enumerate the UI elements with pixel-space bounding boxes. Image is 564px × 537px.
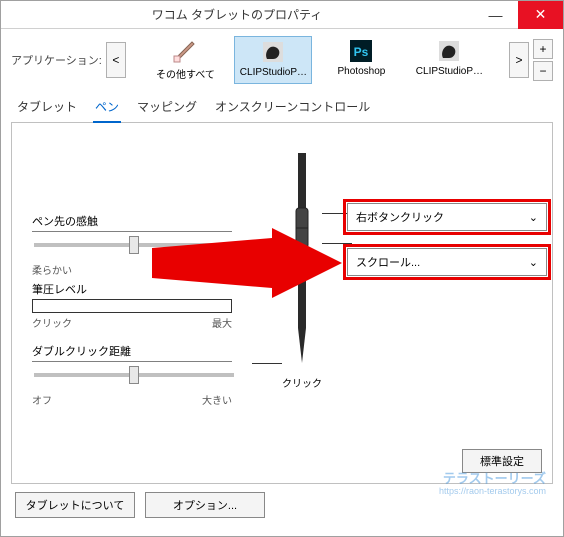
pen-button-lower-dropdown[interactable]: スクロール... ⌄	[347, 248, 547, 276]
svg-text:Ps: Ps	[354, 45, 369, 59]
pressure-max-label: 最大	[212, 315, 232, 330]
pressure-box: 筆圧レベル クリック 最大	[32, 281, 232, 330]
palette-icon	[172, 38, 198, 64]
app-remove-button[interactable]: −	[533, 61, 553, 81]
photoshop-icon: Ps	[348, 38, 374, 64]
dropdown-value: 右ボタンクリック	[356, 209, 444, 225]
tip-feel-hard-label: 硬い	[212, 262, 232, 277]
application-label: アプリケーション:	[11, 52, 102, 68]
about-tablet-button[interactable]: タブレットについて	[15, 492, 135, 518]
chevron-down-icon: ⌄	[529, 256, 538, 269]
tip-feel-slider[interactable]	[34, 243, 234, 247]
app-other-all[interactable]: その他すべて	[146, 36, 224, 84]
double-click-section: ダブルクリック距離 オフ 大きい	[32, 343, 232, 407]
window-buttons: — ✕	[473, 1, 563, 29]
app-add-remove: + −	[533, 39, 553, 81]
application-list: その他すべて CLIPStudioP… Ps Photoshop	[130, 36, 505, 84]
content: アプリケーション: < その他すべて CLIPStudioP…	[1, 29, 563, 536]
tip-feel-soft-label: 柔らかい	[32, 262, 72, 277]
app-clipstudio-2[interactable]: CLIPStudioP…	[410, 36, 488, 84]
app-label: その他すべて	[156, 66, 215, 81]
app-clipstudio-1[interactable]: CLIPStudioP…	[234, 36, 312, 84]
app-label: Photoshop	[338, 66, 386, 77]
app-label: CLIPStudioP…	[416, 66, 483, 77]
double-click-slider[interactable]	[34, 373, 234, 377]
dblclick-off-label: オフ	[32, 392, 52, 407]
tab-tablet[interactable]: タブレット	[15, 96, 79, 122]
clipstudio-icon	[436, 38, 462, 64]
clipstudio-icon	[260, 39, 286, 65]
close-button[interactable]: ✕	[518, 1, 563, 29]
tip-feel-caption: ペン先の感触	[32, 213, 232, 232]
default-settings-button[interactable]: 標準設定	[462, 449, 542, 473]
pressure-click-label: クリック	[32, 315, 72, 330]
window-title: ワコム タブレットのプロパティ	[1, 6, 473, 23]
tab-onscreen-controls[interactable]: オンスクリーンコントロール	[213, 96, 372, 122]
minimize-button[interactable]: —	[473, 1, 518, 29]
app-add-button[interactable]: +	[533, 39, 553, 59]
pen-tip-label: クリック	[282, 375, 322, 390]
app-scroll-right[interactable]: >	[509, 42, 529, 78]
window: ワコム タブレットのプロパティ — ✕ アプリケーション: < その他すべて	[0, 0, 564, 537]
app-scroll-left[interactable]: <	[106, 42, 126, 78]
pen-graphic: クリック	[272, 153, 332, 403]
dblclick-large-label: 大きい	[202, 392, 232, 407]
app-photoshop[interactable]: Ps Photoshop	[322, 36, 400, 84]
options-button[interactable]: オプション...	[145, 492, 265, 518]
pen-panel: ペン先の感触 柔らかい 硬い 筆圧レベル クリック 最大	[11, 123, 553, 484]
tip-feel-section: ペン先の感触 柔らかい 硬い 筆圧レベル クリック 最大	[32, 213, 232, 330]
application-row: アプリケーション: < その他すべて CLIPStudioP…	[11, 34, 553, 90]
main-tabs: タブレット ペン マッピング オンスクリーンコントロール	[11, 90, 553, 123]
pressure-label: 筆圧レベル	[32, 281, 232, 297]
pen-button-upper-dropdown[interactable]: 右ボタンクリック ⌄	[347, 203, 547, 231]
pen-icon	[287, 153, 317, 373]
titlebar: ワコム タブレットのプロパティ — ✕	[1, 1, 563, 29]
dropdown-value: スクロール...	[356, 254, 420, 270]
app-label: CLIPStudioP…	[240, 67, 307, 78]
tab-pen[interactable]: ペン	[93, 96, 121, 123]
double-click-caption: ダブルクリック距離	[32, 343, 232, 362]
bottom-buttons: タブレットについて オプション...	[11, 484, 553, 526]
pressure-bar	[32, 299, 232, 313]
chevron-down-icon: ⌄	[529, 211, 538, 224]
tab-mapping[interactable]: マッピング	[135, 96, 199, 122]
